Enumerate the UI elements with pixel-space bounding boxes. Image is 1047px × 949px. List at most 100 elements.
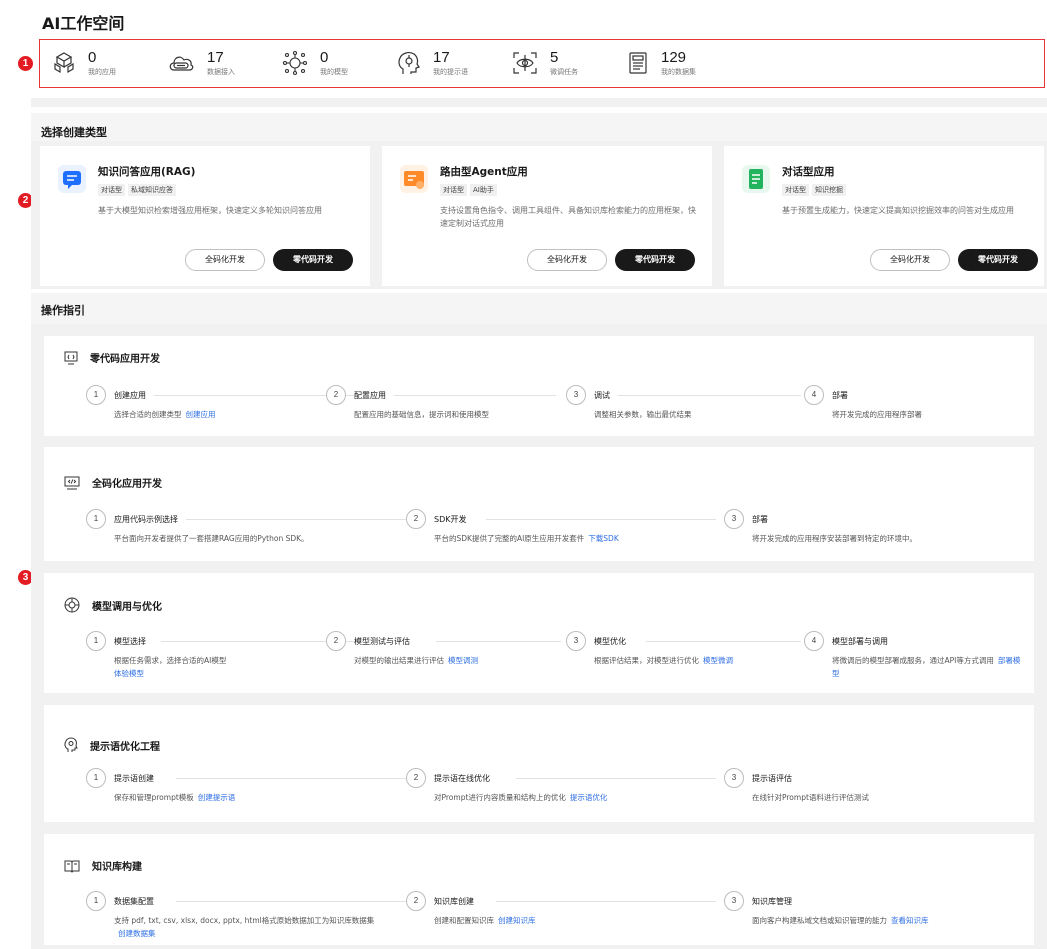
step-number: 1 — [86, 385, 106, 405]
stat-value: 17 — [433, 48, 450, 66]
type-card-agent[interactable]: 路由型Agent应用 对话型 AI助手 支持设置角色指令、调用工具组件、具备知识库… — [382, 146, 712, 286]
try-model-link[interactable]: 体验模型 — [114, 667, 314, 680]
create-kb-link[interactable]: 创建知识库 — [498, 916, 536, 925]
create-app-link[interactable]: 创建应用 — [186, 410, 216, 419]
guide-card-model: 模型调用与优化 1 模型选择 根据任务需求，选择合适的AI模型 体验模型 2 模型… — [44, 573, 1034, 693]
step-title: SDK开发 — [434, 514, 475, 525]
tag: 对话型 — [440, 184, 467, 196]
zero-code-button[interactable]: 零代码开发 — [958, 249, 1038, 271]
eye-scan-icon — [513, 52, 537, 74]
model-network-icon — [64, 597, 80, 613]
guide-card-knowledge: 知识库构建 1 数据集配置 支持 pdf, txt, csv, xlsx, do… — [44, 834, 1034, 945]
step-number: 2 — [406, 509, 426, 529]
create-prompt-link[interactable]: 创建提示语 — [198, 793, 236, 802]
step-number: 1 — [86, 891, 106, 911]
step-desc: 面向客户构建私域文档或知识管理的能力 查看知识库 — [752, 916, 929, 925]
full-code-button[interactable]: 全码化开发 — [870, 249, 950, 271]
chat-bubble-icon — [58, 165, 86, 193]
tag: 对话型 — [98, 184, 125, 196]
stat-label: 我的应用 — [88, 67, 116, 76]
guide-section-title: 操作指引 — [41, 304, 85, 317]
step-desc: 将微调后的模型部署成服务，通过API等方式调用 部署模型 — [832, 656, 1021, 678]
create-dataset-link[interactable]: 创建数据集 — [118, 929, 156, 938]
step-desc: 平台的SDK提供了完整的AI原生应用开发套件 下载SDK — [434, 534, 619, 543]
step-title: 调试 — [594, 390, 618, 401]
stat-value: 0 — [88, 48, 97, 66]
router-icon — [400, 165, 428, 193]
step-title: 模型测试与评估 — [354, 636, 418, 647]
type-card-desc: 基于预置生成能力，快速定义提高知识挖掘效率的问答对生成应用 — [782, 206, 1014, 215]
step-desc: 创建和配置知识库 创建知识库 — [434, 916, 536, 925]
step-number: 2 — [406, 768, 426, 788]
type-card-name: 路由型Agent应用 — [440, 166, 528, 178]
tag: AI助手 — [470, 184, 497, 196]
step-title: 提示语评估 — [752, 773, 800, 784]
guide-title: 提示语优化工程 — [90, 741, 160, 753]
stat-my-apps[interactable]: 0 我的应用 — [52, 48, 167, 77]
step-number: 2 — [326, 385, 346, 405]
head-brain-icon — [398, 52, 420, 74]
dataset-list-icon — [629, 52, 647, 74]
type-card-name: 对话型应用 — [782, 166, 835, 178]
step-desc: 支持 pdf, txt, csv, xlsx, docx, pptx, html… — [114, 916, 375, 938]
full-code-button[interactable]: 全码化开发 — [185, 249, 265, 271]
step-number: 4 — [804, 631, 824, 651]
step-title: 模型选择 — [114, 636, 154, 647]
stat-value: 17 — [207, 48, 224, 66]
step-title: 提示语在线优化 — [434, 773, 498, 784]
stat-label: 我的提示语 — [433, 67, 468, 76]
zero-code-icon — [64, 351, 78, 364]
step-title: 提示语创建 — [114, 773, 162, 784]
step-number: 3 — [566, 631, 586, 651]
model-finetune-link[interactable]: 模型微调 — [703, 656, 733, 665]
stat-my-models[interactable]: 0 我的模型 — [282, 49, 397, 77]
tag: 知识挖掘 — [812, 184, 846, 196]
step-title: 部署 — [752, 514, 776, 525]
view-kb-link[interactable]: 查看知识库 — [891, 916, 929, 925]
step-title: 知识库创建 — [434, 896, 482, 907]
step-number: 2 — [406, 891, 426, 911]
step-number: 3 — [724, 891, 744, 911]
model-debug-link[interactable]: 模型调测 — [448, 656, 478, 665]
type-card-dialog[interactable]: 对话型应用 对话型 知识挖掘 基于预置生成能力，快速定义提高知识挖掘效率的问答对生… — [724, 146, 1044, 286]
guide-card-zero-code: 零代码应用开发 1 创建应用 选择合适的创建类型 创建应用 2 配置应用 配置应用… — [44, 336, 1034, 436]
stat-value: 5 — [550, 48, 559, 66]
type-card-rag[interactable]: 知识问答应用(RAG) 对话型 私域知识应答 基于大模型知识检索增强应用框架，快速… — [40, 146, 370, 286]
stat-data-access[interactable]: 17 数据接入 — [167, 48, 282, 77]
step-number: 1 — [86, 509, 106, 529]
zero-code-button[interactable]: 零代码开发 — [615, 249, 695, 271]
type-card-name: 知识问答应用(RAG) — [98, 166, 196, 178]
document-icon — [742, 165, 770, 193]
step-number: 2 — [326, 631, 346, 651]
stat-label: 微调任务 — [550, 67, 578, 76]
guide-title: 零代码应用开发 — [90, 354, 160, 365]
stat-my-datasets[interactable]: 129 我的数据集 — [627, 49, 742, 77]
step-desc: 根据任务需求，选择合适的AI模型 体验模型 — [114, 654, 314, 680]
step-desc: 根据评估结果，对模型进行优化 模型微调 — [594, 656, 733, 665]
prompt-optimize-link[interactable]: 提示语优化 — [570, 793, 608, 802]
zero-code-button[interactable]: 零代码开发 — [273, 249, 353, 271]
guide-section-header: 操作指引 — [31, 293, 1047, 324]
tag: 对话型 — [782, 184, 809, 196]
stat-my-prompts[interactable]: 17 我的提示语 — [397, 48, 512, 77]
section-divider — [31, 98, 1047, 107]
callout-badge: 1 — [18, 56, 33, 71]
step-desc: 将开发完成的应用程序部署 — [832, 410, 922, 419]
page-title: AI工作空间 — [42, 14, 125, 33]
step-desc: 对Prompt进行内容质量和结构上的优化 提示语优化 — [434, 793, 608, 802]
step-number: 3 — [724, 768, 744, 788]
step-desc: 保存和管理prompt模板 创建提示语 — [114, 793, 236, 802]
step-desc: 选择合适的创建类型 创建应用 — [114, 410, 216, 419]
download-sdk-link[interactable]: 下载SDK — [588, 534, 618, 543]
stat-finetune-tasks[interactable]: 5 微调任务 — [512, 48, 627, 77]
step-title: 配置应用 — [354, 390, 394, 401]
step-title: 模型优化 — [594, 636, 634, 647]
stat-label: 数据接入 — [207, 67, 235, 76]
step-number: 1 — [86, 631, 106, 651]
full-code-button[interactable]: 全码化开发 — [527, 249, 607, 271]
brain-network-icon — [282, 50, 308, 76]
step-title: 创建应用 — [114, 390, 154, 401]
step-title: 应用代码示例选择 — [114, 514, 186, 525]
step-desc: 调整相关参数，输出最优结果 — [594, 410, 692, 419]
step-number: 4 — [804, 385, 824, 405]
